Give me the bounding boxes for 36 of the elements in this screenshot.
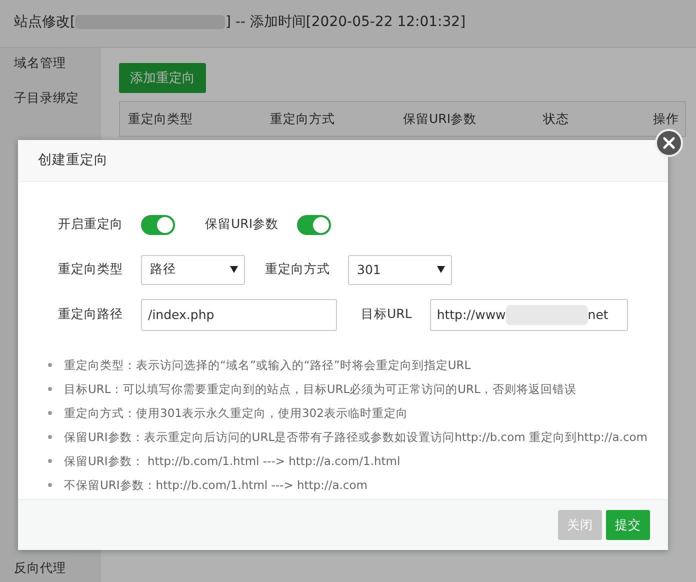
- help-text: 重定向类型：表示访问选择的“域名”或输入的“路径”时将会重定向到指定URL: [64, 357, 471, 374]
- field-label: 开启重定向: [58, 216, 123, 233]
- help-text: 保留URI参数： http://b.com/1.html ---> http://a.com/1.html: [64, 453, 400, 470]
- column-header: 重定向类型: [128, 110, 194, 128]
- sidebar-item[interactable]: 域名管理: [0, 48, 101, 78]
- help-text: 目标URL：可以填写你需要重定向到的站点，目标URL必须为可正常访问的URL，否则将返回错误: [64, 381, 576, 398]
- column-header: 操作: [653, 110, 680, 128]
- sidebar-item[interactable]: 子目录绑定: [0, 78, 101, 118]
- bullet-icon: [48, 363, 52, 367]
- column-header: 重定向方式: [270, 110, 336, 128]
- column-header: 保留URI参数: [403, 110, 478, 128]
- dialog-title: 创建重定向: [38, 152, 108, 168]
- window-title: 站点修改[ ] -- 添加时间[2020-05-22 12:01:32]: [0, 0, 696, 48]
- field-label: 重定向方式: [265, 261, 330, 278]
- caret-icon: [230, 266, 238, 273]
- column-header: 状态: [543, 110, 570, 128]
- bullet-icon: [48, 483, 52, 487]
- dropdown[interactable]: 路径: [141, 254, 245, 284]
- field-label: 重定向路径: [58, 306, 123, 323]
- help-text: 不保留URI参数：http://b.com/1.html ---> http://a.com: [64, 477, 368, 494]
- dropdown[interactable]: 301: [348, 254, 452, 284]
- help-text: 重定向方式：使用301表示永久重定向，使用302表示临时重定向: [64, 405, 408, 422]
- input-field[interactable]: /index.php: [141, 298, 337, 330]
- caret-icon: [437, 266, 445, 273]
- input-field[interactable]: http://www net: [430, 298, 628, 330]
- bullet-icon: [48, 411, 52, 415]
- bullet-icon: [48, 435, 52, 439]
- field-label: 保留URI参数: [205, 216, 279, 233]
- toggle-switch[interactable]: [296, 214, 331, 234]
- field-label: 目标URL: [361, 306, 412, 323]
- sidebar-item[interactable]: 反向代理: [0, 556, 101, 582]
- bullet-icon: [48, 459, 52, 463]
- toggle-switch[interactable]: [141, 214, 175, 234]
- help-text: 保留URI参数：表示重定向后访问的URL是否带有子路径或参数如设置访问http://b.com 重定向到http://a.com: [64, 429, 648, 446]
- bullet-icon: [48, 387, 52, 391]
- field-label: 重定向类型: [58, 261, 123, 278]
